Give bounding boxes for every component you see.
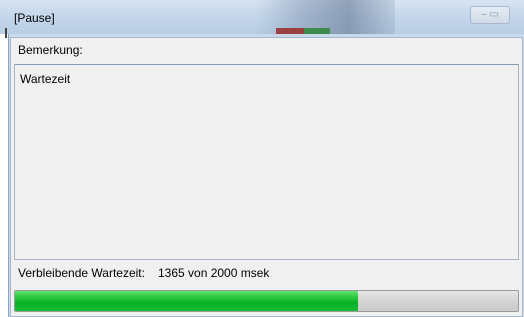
wait-progress-bar xyxy=(14,290,519,312)
remaining-time-value: 1365 von 2000 msek xyxy=(158,266,270,280)
window-edge xyxy=(5,28,7,38)
remark-label: Bemerkung: xyxy=(18,43,83,57)
title-bar[interactable]: – ▭ [Pause] xyxy=(0,0,524,34)
window-title: [Pause] xyxy=(14,11,55,25)
remark-text: Wartezeit xyxy=(20,72,71,86)
wait-progress-fill xyxy=(15,291,359,311)
minimize-button[interactable]: – ▭ xyxy=(470,6,510,24)
remark-textbox[interactable]: Wartezeit xyxy=(14,64,519,260)
remaining-time-label: Verbleibende Wartezeit: xyxy=(18,266,145,280)
